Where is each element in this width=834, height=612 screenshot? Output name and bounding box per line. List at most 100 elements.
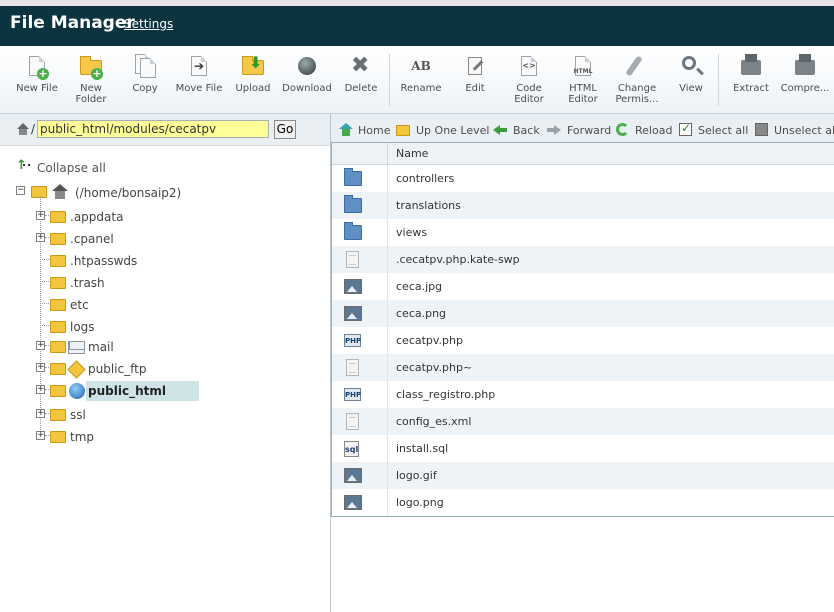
edit-button[interactable]: Edit (446, 52, 504, 94)
expand-icon[interactable]: + (36, 431, 45, 440)
tree-item-cpanel[interactable]: + .cpanel (36, 229, 326, 249)
upload-button[interactable]: ⬇ Upload (224, 52, 282, 95)
go-button[interactable]: Go (274, 120, 296, 139)
unselect-all-link[interactable]: Unselect all (774, 124, 834, 137)
tree-item-logs[interactable]: logs (36, 317, 326, 337)
compress-button[interactable]: Compre... (776, 52, 834, 94)
unselect-all-checkbox-icon[interactable] (755, 123, 768, 136)
html-editor-button[interactable]: HTML HTML Editor (554, 52, 612, 105)
table-row[interactable]: .cecatpv.php.kate-swp (332, 246, 834, 273)
up-one-level-link[interactable]: Up One Level (416, 124, 489, 137)
collapse-all-link[interactable]: Collapse all (37, 161, 106, 175)
tree-item-label[interactable]: mail (88, 340, 114, 354)
expand-icon[interactable]: + (36, 409, 45, 418)
directory-tree-panel: / public_html/modules/cecatpv Go Collaps… (0, 114, 331, 612)
select-all-link[interactable]: Select all (698, 124, 748, 137)
table-row[interactable]: translations (332, 192, 834, 219)
expand-icon[interactable]: + (36, 385, 45, 394)
home-link[interactable]: Home (358, 124, 390, 137)
tree-item-label[interactable]: .htpasswds (70, 254, 137, 268)
home-icon[interactable] (16, 123, 30, 135)
tree-item-public-html[interactable]: + public_html (36, 381, 326, 401)
reload-link[interactable]: Reload (635, 124, 672, 137)
table-body: controllers translations views .cecatpv.… (332, 165, 834, 516)
file-name[interactable]: install.sql (396, 442, 448, 455)
table-row[interactable]: views (332, 219, 834, 246)
expand-icon[interactable]: + (36, 341, 45, 350)
expand-icon[interactable]: + (36, 363, 45, 372)
table-row[interactable]: ceca.jpg (332, 273, 834, 300)
tree-item-trash[interactable]: .trash (36, 273, 326, 293)
forward-arrow-icon[interactable] (547, 123, 561, 137)
home-icon (51, 184, 69, 200)
tree-item-appdata[interactable]: + .appdata (36, 207, 326, 227)
download-button[interactable]: Download (278, 52, 336, 94)
tree-item-label[interactable]: logs (70, 320, 95, 334)
tree-item-label[interactable]: tmp (70, 430, 94, 444)
file-name[interactable]: cecatpv.php~ (396, 361, 472, 374)
file-name[interactable]: logo.gif (396, 469, 437, 482)
select-all-checkbox-icon[interactable] (679, 121, 692, 136)
tree-item-label[interactable]: ssl (70, 408, 86, 422)
tree-item-tmp[interactable]: + tmp (36, 427, 326, 447)
file-name[interactable]: views (396, 226, 427, 239)
file-name[interactable]: translations (396, 199, 461, 212)
tree-item-etc[interactable]: etc (36, 295, 326, 315)
tree-root-toggle[interactable]: − (16, 186, 25, 195)
forward-link[interactable]: Forward (567, 124, 611, 137)
file-name[interactable]: ceca.png (396, 307, 446, 320)
back-arrow-icon[interactable] (493, 123, 507, 137)
file-name[interactable]: logo.png (396, 496, 444, 509)
tree-item-htpasswds[interactable]: .htpasswds (36, 251, 326, 271)
file-name[interactable]: .cecatpv.php.kate-swp (396, 253, 520, 266)
table-row[interactable]: ceca.png (332, 300, 834, 327)
collapse-all-icon[interactable] (16, 158, 30, 174)
tree-item-public-ftp[interactable]: + public_ftp (36, 359, 326, 379)
new-folder-button[interactable]: + New Folder (62, 52, 120, 105)
table-row[interactable]: sql install.sql (332, 435, 834, 462)
expand-icon[interactable]: + (36, 211, 45, 220)
rename-button[interactable]: AB Rename (392, 52, 450, 94)
column-header-name[interactable]: Name (396, 147, 428, 160)
table-row[interactable]: PHP class_registro.php (332, 381, 834, 408)
file-name[interactable]: ceca.jpg (396, 280, 442, 293)
tree-root-label[interactable]: (/home/bonsaip2) (75, 186, 181, 200)
tree-item-label[interactable]: etc (70, 298, 89, 312)
table-row[interactable]: cecatpv.php~ (332, 354, 834, 381)
extract-button[interactable]: Extract (722, 52, 780, 94)
path-input[interactable]: public_html/modules/cecatpv (37, 120, 269, 138)
tree-item-ssl[interactable]: + ssl (36, 405, 326, 425)
file-name[interactable]: cecatpv.php (396, 334, 463, 347)
text-file-icon (346, 413, 359, 430)
change-permissions-button[interactable]: Change Permis... (608, 52, 666, 105)
settings-link[interactable]: Settings (124, 17, 173, 31)
table-row[interactable]: logo.gif (332, 462, 834, 489)
file-name[interactable]: class_registro.php (396, 388, 495, 401)
tree-item-label[interactable]: .trash (70, 276, 105, 290)
move-file-button[interactable]: ➔ Move File (170, 52, 228, 94)
reload-icon[interactable] (616, 123, 629, 136)
new-file-button[interactable]: + New File (8, 52, 66, 94)
copy-label: Copy (132, 83, 158, 94)
php-file-icon: PHP (344, 388, 361, 401)
up-folder-icon[interactable] (396, 125, 410, 136)
table-row[interactable]: logo.png (332, 489, 834, 516)
file-name[interactable]: config_es.xml (396, 415, 471, 428)
tree-item-mail[interactable]: + mail (36, 337, 326, 357)
back-link[interactable]: Back (513, 124, 540, 137)
code-editor-button[interactable]: <> Code Editor (500, 52, 558, 105)
open-folder-icon (31, 186, 47, 198)
copy-button[interactable]: Copy (116, 52, 174, 94)
table-row[interactable]: PHP cecatpv.php (332, 327, 834, 354)
home-icon[interactable] (339, 123, 353, 137)
delete-button[interactable]: ✖ Delete (332, 52, 390, 95)
tree-item-label[interactable]: .cpanel (70, 232, 114, 246)
view-button[interactable]: View (662, 52, 720, 94)
tree-item-label[interactable]: public_ftp (88, 362, 146, 376)
tree-item-label[interactable]: public_html (88, 384, 166, 398)
table-row[interactable]: controllers (332, 165, 834, 192)
file-name[interactable]: controllers (396, 172, 454, 185)
tree-item-label[interactable]: .appdata (70, 210, 123, 224)
table-row[interactable]: config_es.xml (332, 408, 834, 435)
expand-icon[interactable]: + (36, 233, 45, 242)
